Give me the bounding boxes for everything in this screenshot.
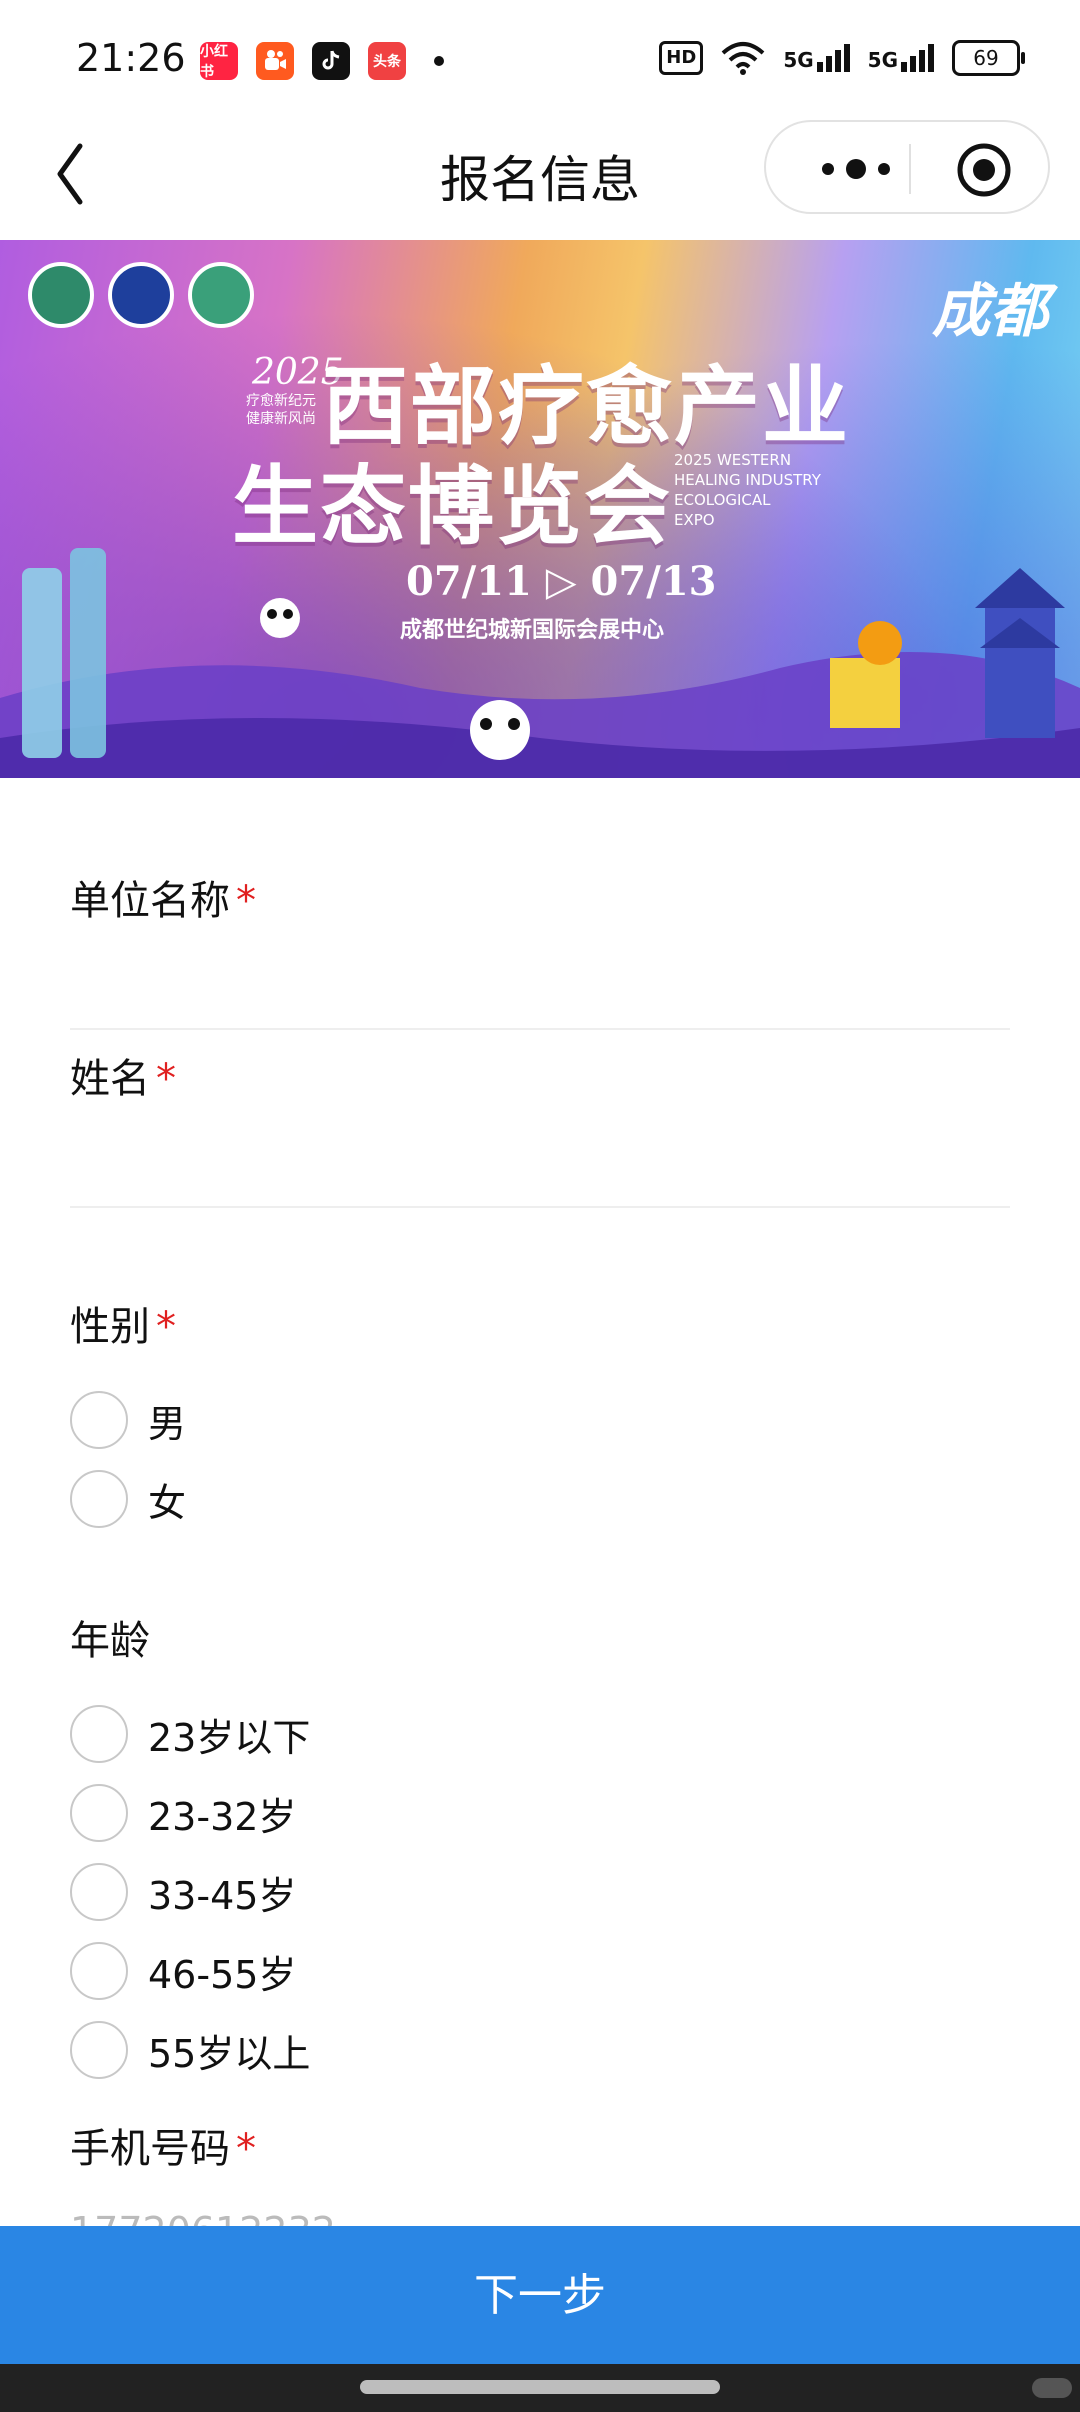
gender-option-male[interactable]: 男 — [70, 1388, 186, 1452]
capsule-divider — [909, 144, 911, 194]
name-divider — [70, 1206, 1010, 1208]
gender-option-female[interactable]: 女 — [70, 1467, 186, 1531]
signal-5g-1: 5G — [783, 44, 850, 72]
organizer-logo-icon — [108, 262, 174, 328]
watermark-badge-icon — [1032, 2378, 1072, 2398]
banner-city-calligraphy: 成都 — [932, 277, 1049, 345]
age-label: 年龄 — [70, 1618, 150, 1664]
age-option-33-45[interactable]: 33-45岁 — [70, 1860, 296, 1924]
signal-bars-icon — [901, 44, 934, 72]
age-option-23-32[interactable]: 23-32岁 — [70, 1781, 296, 1845]
company-input[interactable] — [70, 938, 1010, 1008]
hd-voice-icon: HD — [659, 41, 704, 75]
phone-label: 手机号码 * — [70, 2126, 256, 2172]
wifi-icon — [721, 42, 765, 75]
banner-english-title: 2025 WESTERN HEALING INDUSTRY ECOLOGICAL… — [674, 451, 821, 529]
miniprogram-capsule — [764, 120, 1050, 214]
network-type-1: 5G — [783, 48, 814, 72]
radio-button[interactable] — [70, 1863, 128, 1921]
tiktok-icon — [312, 42, 350, 80]
more-options-icon[interactable] — [806, 152, 926, 186]
kuaishou-icon — [256, 42, 294, 80]
organizer-logos — [28, 262, 254, 328]
more-notifications-dot — [434, 56, 444, 66]
toutiao-icon: 头条 — [368, 42, 406, 80]
banner-title-line2: 生态博览会 — [232, 457, 672, 557]
company-divider — [70, 1028, 1010, 1030]
radio-button[interactable] — [70, 1784, 128, 1842]
signal-bars-icon — [816, 44, 850, 72]
required-mark: * — [236, 878, 256, 924]
radio-button[interactable] — [70, 1942, 128, 2000]
home-indicator[interactable] — [360, 2380, 720, 2394]
organizer-logo-icon — [28, 262, 94, 328]
battery-icon: 69 — [952, 40, 1025, 76]
radio-button[interactable] — [70, 1391, 128, 1449]
close-miniprogram-icon[interactable] — [956, 142, 1012, 198]
required-mark: * — [236, 2126, 256, 2172]
company-label: 单位名称 * — [70, 878, 256, 924]
system-navigation-bar — [0, 2364, 1080, 2412]
age-option-under-23[interactable]: 23岁以下 — [70, 1702, 310, 1766]
required-mark: * — [156, 1304, 176, 1350]
radio-button[interactable] — [70, 1705, 128, 1763]
expo-banner: 2025 疗愈新纪元 健康新风尚 西部疗愈产业 生态博览会 2025 WESTE… — [0, 240, 1080, 778]
status-time: 21:26 — [76, 36, 186, 80]
gender-label: 性别 * — [70, 1304, 176, 1350]
status-bar: 21:26 小红书 头条 HD 5G 5G 69 — [0, 0, 1080, 120]
notification-app-icons: 小红书 头条 — [200, 42, 444, 80]
radio-button[interactable] — [70, 1470, 128, 1528]
organizer-logo-icon — [188, 262, 254, 328]
status-indicators: HD 5G 5G 69 — [659, 40, 1025, 76]
signal-5g-2: 5G — [868, 44, 934, 72]
age-option-over-55[interactable]: 55岁以上 — [70, 2018, 310, 2082]
banner-slogan: 疗愈新纪元 健康新风尚 — [246, 393, 316, 427]
network-type-2: 5G — [867, 48, 898, 72]
name-label: 姓名 * — [70, 1056, 176, 1102]
age-option-46-55[interactable]: 46-55岁 — [70, 1939, 296, 2003]
xiaohongshu-icon: 小红书 — [200, 42, 238, 80]
next-step-button[interactable]: 下一步 — [0, 2226, 1080, 2364]
radio-button[interactable] — [70, 2021, 128, 2079]
banner-illustration — [0, 548, 1080, 778]
required-mark: * — [156, 1056, 176, 1102]
nav-bar: 报名信息 — [0, 120, 1080, 238]
name-input[interactable] — [70, 1116, 1010, 1186]
